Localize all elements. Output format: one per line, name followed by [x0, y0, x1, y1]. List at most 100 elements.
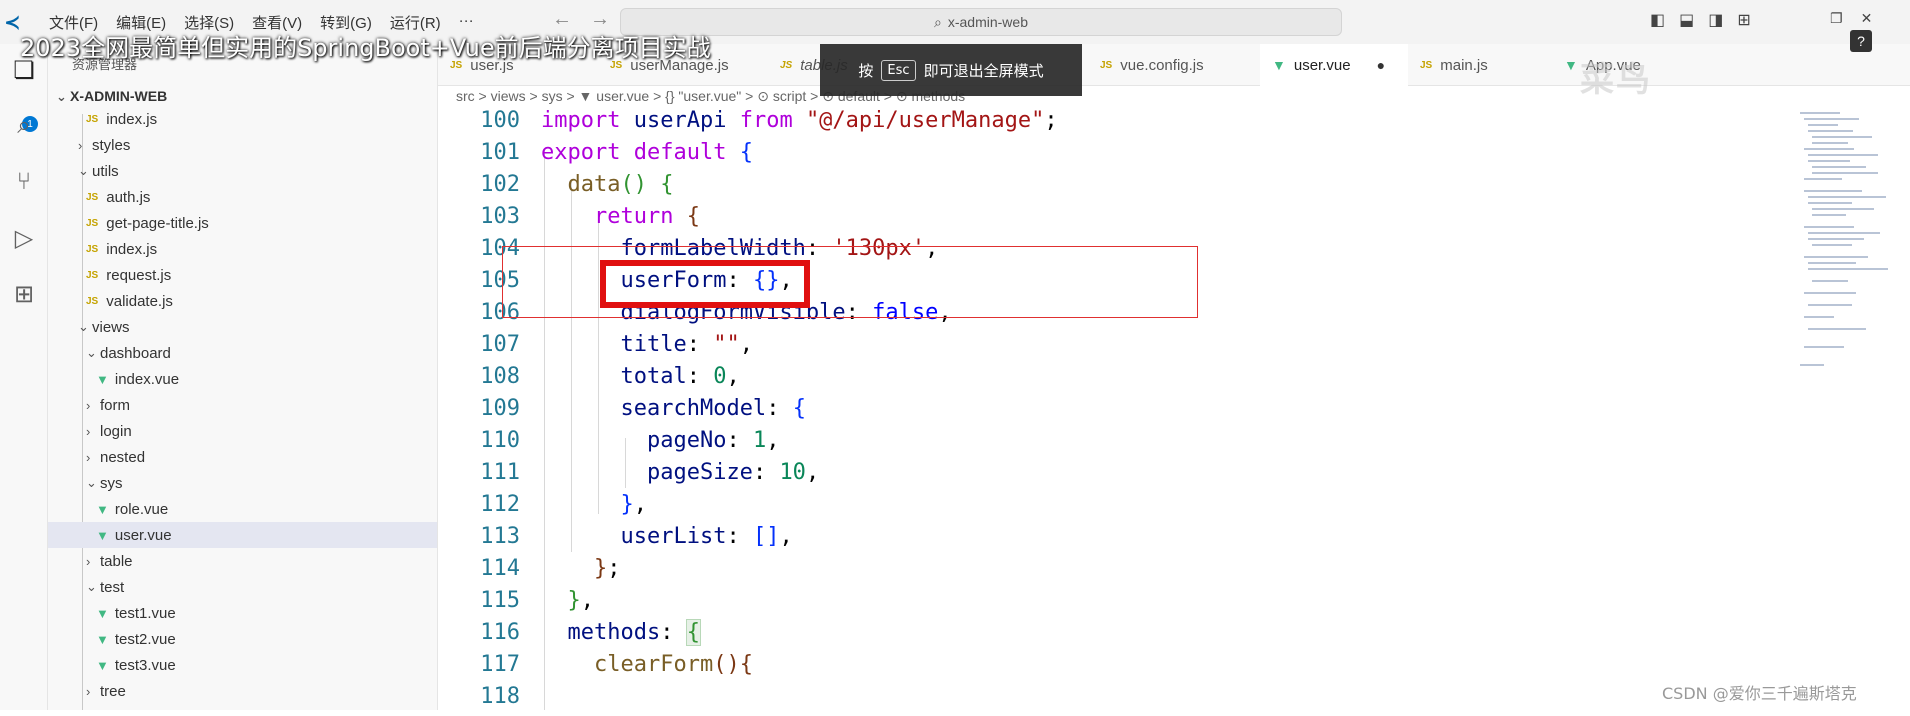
tree-file-auth-js[interactable]: JS auth.js: [48, 184, 437, 210]
esc-key-badge: Esc: [881, 59, 916, 81]
code-text: };: [593, 556, 621, 581]
code-line: 103 return {: [438, 204, 1798, 236]
line-number: 114: [480, 556, 520, 581]
run-debug-icon[interactable]: ▷: [8, 222, 40, 254]
tree-folder-table[interactable]: › table: [48, 548, 437, 574]
tree-file-test1-vue[interactable]: ▼ test1.vue: [48, 600, 437, 626]
minimap-line: [1808, 328, 1866, 330]
tree-folder-nested[interactable]: › nested: [48, 444, 437, 470]
code-line: 115 },: [438, 588, 1798, 620]
minimap-line: [1812, 166, 1866, 168]
explorer-sidebar: 资源管理器 ⌄ X-ADMIN-WEB JS index.js › styles ⌄ u…: [48, 44, 438, 710]
search-icon: ⌕: [934, 13, 942, 30]
minimap-line: [1812, 214, 1846, 216]
tree-file-index-js[interactable]: JS index.js: [48, 236, 437, 262]
code-text: return {: [593, 204, 700, 229]
activity-bar: ❏ 1 ⌕ ⑂ ▷ ⊞: [0, 44, 48, 710]
code-line: 116 methods: {: [438, 619, 1798, 652]
minimap-line: [1808, 196, 1886, 198]
tree-file-test2-vue[interactable]: ▼ test2.vue: [48, 626, 437, 652]
vue-file-icon: ▼: [1272, 57, 1286, 73]
tab-main-js[interactable]: JS main.js: [1408, 44, 1552, 86]
code-line: 100 import userApi from "@/api/userManage…: [438, 108, 1798, 140]
js-file-icon: JS: [86, 295, 99, 307]
tree-folder-styles[interactable]: › styles: [48, 132, 437, 158]
command-center-search[interactable]: ⌕ x-admin-web: [620, 8, 1342, 36]
code-line: 102 data() {: [438, 172, 1798, 204]
tree-folder-views[interactable]: ⌄ views: [48, 314, 437, 340]
line-number: 102: [480, 172, 520, 197]
code-text: pageSize: 10,: [646, 460, 820, 485]
vue-file-icon: ▼: [96, 527, 109, 543]
toggle-panel-icon[interactable]: ⬓: [1679, 10, 1694, 30]
tree-file-test3-vue[interactable]: ▼ test3.vue: [48, 652, 437, 678]
chevron-down-icon: ⌄: [56, 89, 67, 104]
line-number: 112: [480, 492, 520, 517]
line-number: 109: [480, 396, 520, 421]
minimap[interactable]: [1796, 108, 1896, 428]
search-icon[interactable]: ⌕: [8, 110, 40, 142]
minimap-line: [1808, 160, 1850, 162]
js-file-icon: JS: [86, 217, 99, 229]
tree-file-index-js[interactable]: JS index.js: [48, 106, 437, 132]
code-text: },: [620, 492, 647, 517]
chevron-right-icon: ›: [86, 553, 91, 569]
minimap-line: [1804, 292, 1856, 294]
minimap-line: [1804, 226, 1854, 228]
restore-icon[interactable]: ❐: [1830, 10, 1843, 27]
minimap-line: [1808, 304, 1852, 306]
chevron-down-icon: ⌄: [78, 319, 89, 334]
code-line: 114 };: [438, 556, 1798, 588]
minimap-line: [1804, 256, 1868, 258]
code-text: import userApi from "@/api/userManage";: [541, 108, 1058, 133]
search-text: x-admin-web: [947, 14, 1028, 30]
code-text: userList: [],: [620, 524, 793, 549]
tree-folder-tree[interactable]: › tree: [48, 678, 437, 704]
minimap-line: [1804, 346, 1844, 348]
highlight-box-userform: [600, 260, 810, 308]
help-icon[interactable]: ?: [1850, 30, 1872, 52]
tab-user-vue[interactable]: ▼ user.vue ●: [1260, 44, 1408, 86]
customize-layout-icon[interactable]: ⊞: [1737, 10, 1750, 30]
tree-folder-test[interactable]: ⌄ test: [48, 574, 437, 600]
tree-file-user-vue[interactable]: ▼ user.vue: [48, 522, 437, 548]
code-editor[interactable]: 100 import userApi from "@/api/userManage…: [438, 108, 1798, 710]
code-line: 107 title: "",: [438, 332, 1798, 364]
tree-file-get-page-title-js[interactable]: JS get-page-title.js: [48, 210, 437, 236]
minimap-line: [1800, 364, 1824, 366]
vue-file-icon: ▼: [96, 371, 109, 387]
chevron-down-icon: ⌄: [78, 163, 89, 178]
toggle-secondary-sidebar-icon[interactable]: ◨: [1708, 10, 1723, 30]
csdn-watermark: CSDN @爱你三千遍斯塔克: [1662, 684, 1857, 703]
code-text: export default {: [541, 140, 753, 165]
tab-vue-config-js[interactable]: JS vue.config.js: [1088, 44, 1260, 86]
js-file-icon: JS: [86, 113, 99, 125]
tree-file-index-vue[interactable]: ▼ index.vue: [48, 366, 437, 392]
tree-file-validate-js[interactable]: JS validate.js: [48, 288, 437, 314]
tree-folder-dashboard[interactable]: ⌄ dashboard: [48, 340, 437, 366]
tree-folder-login[interactable]: › login: [48, 418, 437, 444]
close-icon[interactable]: ✕: [1861, 10, 1873, 27]
tree-folder-form[interactable]: › form: [48, 392, 437, 418]
js-file-icon: JS: [780, 59, 793, 71]
js-file-icon: JS: [86, 243, 99, 255]
minimap-line: [1812, 208, 1874, 210]
extensions-icon[interactable]: ⊞: [8, 278, 40, 310]
tree-file-request-js[interactable]: JS request.js: [48, 262, 437, 288]
line-number: 113: [480, 524, 520, 549]
js-file-icon: JS: [86, 191, 99, 203]
tree-folder-utils[interactable]: ⌄ utils: [48, 158, 437, 184]
unsaved-dot-icon[interactable]: ●: [1377, 57, 1385, 73]
source-control-icon[interactable]: ⑂: [8, 166, 40, 198]
minimap-line: [1808, 124, 1838, 126]
toggle-sidebar-icon[interactable]: ◧: [1650, 10, 1665, 30]
line-number: 100: [480, 108, 520, 133]
code-line: 110 pageNo: 1,: [438, 428, 1798, 460]
explorer-root-folder[interactable]: ⌄ X-ADMIN-WEB: [56, 88, 167, 105]
tree-file-role-vue[interactable]: ▼ role.vue: [48, 496, 437, 522]
code-text: title: "",: [620, 332, 753, 357]
minimap-line: [1808, 202, 1852, 204]
chevron-right-icon: ›: [86, 449, 91, 465]
layout-controls: ◧ ⬓ ◨ ⊞: [1650, 10, 1751, 30]
tree-folder-sys[interactable]: ⌄ sys: [48, 470, 437, 496]
